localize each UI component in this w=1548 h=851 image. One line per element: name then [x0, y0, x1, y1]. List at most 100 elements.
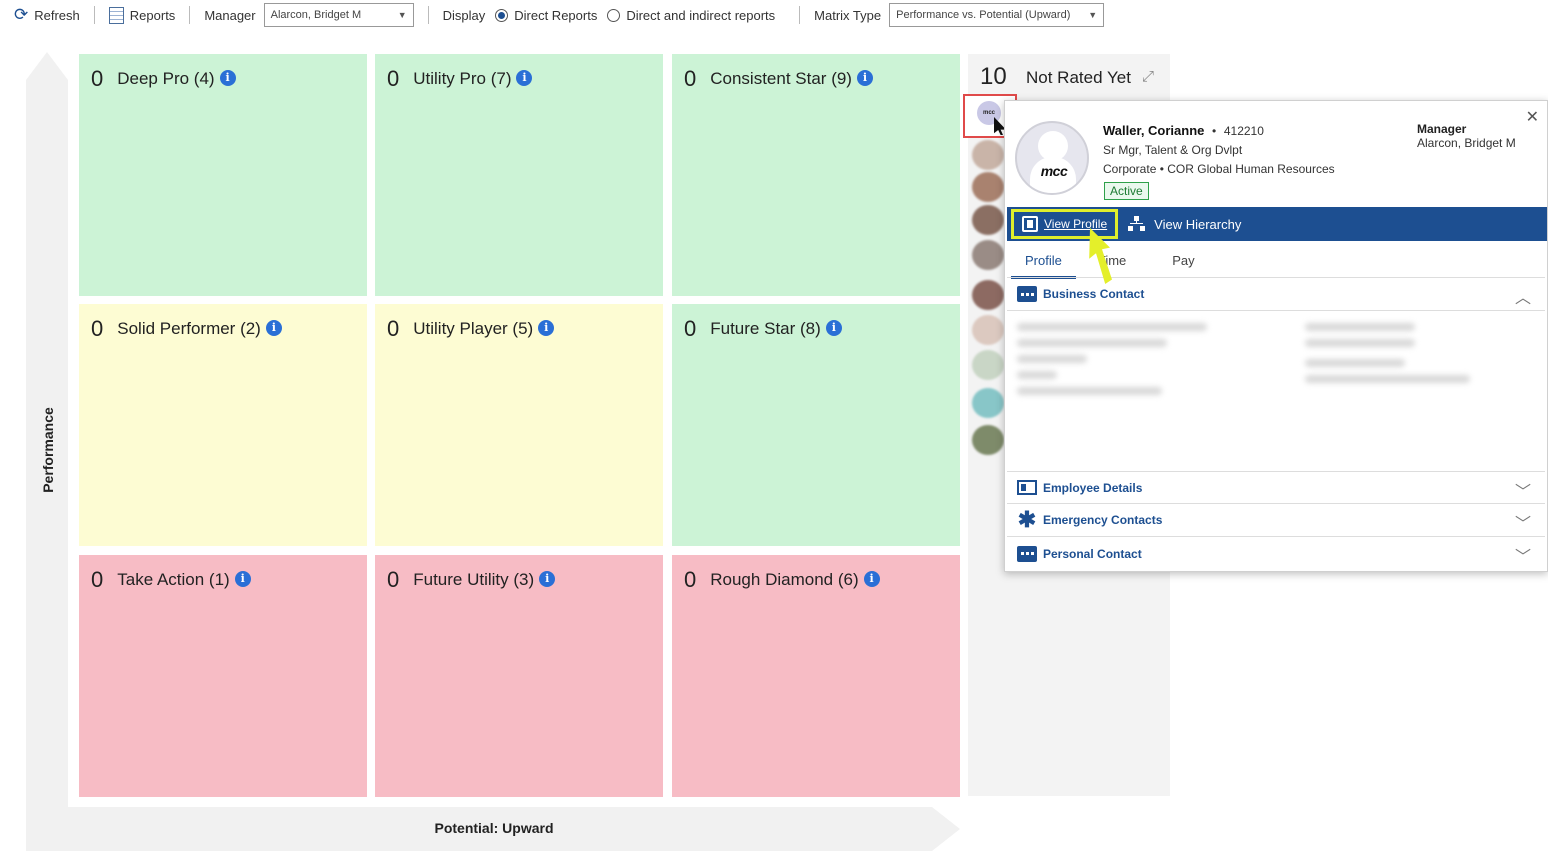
section-label: Business Contact [1043, 287, 1145, 301]
status-badge: Active [1104, 182, 1149, 200]
employee-avatar[interactable] [972, 172, 1004, 202]
employee-avatar[interactable] [972, 280, 1004, 310]
manager-select-value: Alarcon, Bridget M [270, 9, 362, 21]
chevron-up-icon[interactable]: ︿ [1515, 284, 1531, 308]
employee-job-title: Sr Mgr, Talent & Org Dvlpt [1103, 143, 1243, 157]
manager-name: Alarcon, Bridget M [1417, 136, 1516, 150]
display-direct-radio[interactable]: Direct Reports [495, 8, 597, 23]
cell-count: 0 [91, 316, 104, 341]
toolbar-divider [427, 6, 429, 24]
info-icon[interactable]: i [516, 69, 533, 86]
radio-unselected-icon [607, 8, 621, 22]
chevron-down-icon[interactable]: ﹀ [1515, 543, 1531, 567]
grid-cell-take-action[interactable]: 0 Take Action (1) i [79, 555, 367, 797]
employee-avatar[interactable] [972, 350, 1004, 380]
chevron-down-icon: ▼ [1088, 10, 1098, 20]
chevron-down-icon[interactable]: ﹀ [1515, 478, 1531, 502]
chevron-down-icon: ▼ [397, 10, 407, 20]
info-icon[interactable]: i [234, 570, 251, 587]
section-label: Employee Details [1043, 480, 1143, 495]
grid-cell-utility-pro[interactable]: 0 Utility Pro (7) i [375, 54, 663, 296]
employee-avatar[interactable] [972, 425, 1004, 455]
id-separator: • [1212, 124, 1217, 138]
x-axis-label: Potential: Upward [434, 820, 554, 836]
grid-cell-future-utility[interactable]: 0 Future Utility (3) i [375, 555, 663, 797]
cell-title: Consistent Star (9) [710, 69, 852, 88]
cell-title: Future Utility (3) [413, 570, 535, 589]
cell-count: 0 [684, 316, 697, 341]
chevron-down-icon[interactable]: ﹀ [1515, 510, 1531, 534]
grid-cell-rough-diamond[interactable]: 0 Rough Diamond (6) i [672, 555, 960, 797]
reports-button[interactable]: Reports [108, 6, 176, 24]
grid-cell-consistent-star[interactable]: 0 Consistent Star (9) i [672, 54, 960, 296]
expand-icon[interactable]: ⤢ [1142, 69, 1158, 85]
employee-avatar[interactable] [972, 140, 1004, 170]
info-icon[interactable]: i [539, 570, 556, 587]
cell-title: Rough Diamond (6) [710, 570, 859, 589]
toolbar-divider [189, 6, 191, 24]
avatar-logo-text: mcc [1040, 163, 1068, 179]
section-label: Emergency Contacts [1043, 513, 1163, 527]
info-icon[interactable]: i [825, 319, 842, 336]
tab-profile[interactable]: Profile [1011, 249, 1076, 279]
matrix-type-label: Matrix Type [814, 7, 882, 23]
employee-avatar[interactable] [972, 388, 1004, 418]
display-label: Display [442, 7, 486, 23]
view-hierarchy-button[interactable]: View Hierarchy [1128, 216, 1241, 232]
view-hierarchy-label: View Hierarchy [1154, 216, 1242, 232]
not-rated-title: Not Rated Yet [1026, 68, 1131, 87]
hierarchy-icon [1128, 216, 1146, 232]
display-option-label: Direct and indirect reports [626, 7, 776, 23]
refresh-label: Refresh [34, 7, 80, 23]
cell-title: Utility Player (5) [413, 319, 534, 338]
cell-count: 0 [684, 567, 697, 592]
employee-name: Waller, Corianne [1103, 123, 1205, 138]
view-profile-label: View Profile [1044, 217, 1108, 231]
redacted-contact-info [1015, 319, 1485, 399]
section-employee-details[interactable]: Employee Details ﹀ [1007, 471, 1545, 504]
section-label: Personal Contact [1043, 546, 1142, 561]
employee-avatar[interactable] [972, 315, 1004, 345]
employee-org: Corporate • COR Global Human Resources [1103, 162, 1335, 176]
toolbar-divider [93, 6, 95, 24]
cell-title: Utility Pro (7) [413, 69, 512, 88]
reports-label: Reports [129, 7, 176, 23]
grid-cell-utility-player[interactable]: 0 Utility Player (5) i [375, 304, 663, 546]
cell-count: 0 [387, 567, 400, 592]
y-axis-label: Performance [40, 407, 56, 493]
close-icon[interactable]: ✕ [1526, 107, 1539, 127]
grid-cell-solid-performer[interactable]: 0 Solid Performer (2) i [79, 304, 367, 546]
manager-label: Manager [204, 7, 256, 23]
toolbar-divider [799, 6, 801, 24]
popup-action-bar: View Profile View Hierarchy [1007, 207, 1547, 241]
refresh-icon: ⟳ [14, 5, 29, 24]
tab-pay[interactable]: Pay [1158, 249, 1208, 279]
employee-avatar[interactable] [972, 205, 1004, 235]
grid-cell-future-star[interactable]: 0 Future Star (8) i [672, 304, 960, 546]
display-indirect-radio[interactable]: Direct and indirect reports [607, 8, 775, 23]
info-icon[interactable]: i [219, 69, 236, 86]
info-icon[interactable]: i [863, 570, 880, 587]
employee-avatar[interactable] [972, 240, 1004, 270]
view-profile-button[interactable]: View Profile [1011, 209, 1119, 239]
cell-title: Solid Performer (2) [117, 319, 261, 338]
section-business-contact[interactable]: Business Contact ︿ [1007, 278, 1545, 311]
manager-select[interactable]: Alarcon, Bridget M ▼ [263, 3, 414, 27]
section-emergency-contacts[interactable]: ✱ Emergency Contacts ﹀ [1007, 504, 1545, 537]
section-personal-contact[interactable]: Personal Contact ﹀ [1007, 537, 1545, 570]
info-icon[interactable]: i [265, 319, 282, 336]
asterisk-icon: ✱ [1017, 507, 1037, 532]
manager-heading: Manager [1417, 122, 1467, 136]
display-option-label: Direct Reports [514, 7, 598, 23]
cell-count: 0 [387, 66, 400, 91]
not-rated-count: 10 [980, 63, 1007, 90]
info-icon[interactable]: i [856, 69, 873, 86]
cell-title: Future Star (8) [710, 319, 821, 338]
grid-cell-deep-pro[interactable]: 0 Deep Pro (4) i [79, 54, 367, 296]
matrix-type-select[interactable]: Performance vs. Potential (Upward) ▼ [889, 3, 1105, 27]
employee-photo: mcc [1015, 121, 1089, 195]
info-icon[interactable]: i [538, 319, 555, 336]
refresh-button[interactable]: ⟳ Refresh [14, 5, 80, 25]
toolbar: ⟳ Refresh Reports Manager Alarcon, Bridg… [0, 0, 1548, 30]
employee-name-line: Waller, Corianne • 412210 [1103, 123, 1264, 138]
